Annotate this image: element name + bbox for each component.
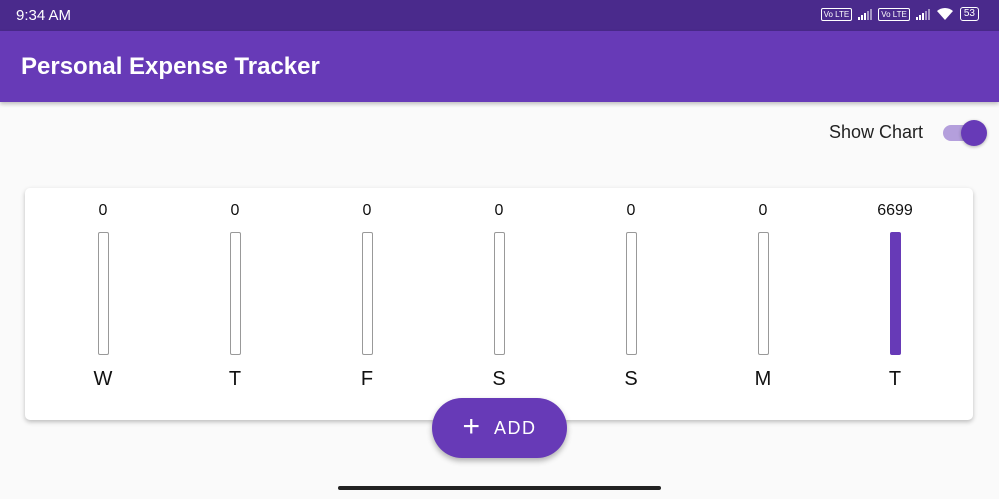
bar-track bbox=[230, 232, 241, 355]
chart-column: 6699 T bbox=[829, 188, 961, 420]
chart-column: 0W bbox=[37, 188, 169, 420]
bar-track bbox=[758, 232, 769, 355]
bar-track bbox=[890, 232, 901, 355]
show-chart-switch[interactable] bbox=[941, 119, 987, 146]
day-label: T bbox=[228, 368, 242, 390]
bar-value-label: 0 bbox=[494, 202, 504, 219]
volte-icon: Vo LTE bbox=[820, 7, 853, 21]
bar-value-label: 6699 bbox=[877, 202, 913, 219]
chart-column: 0S bbox=[433, 188, 565, 420]
bar-track bbox=[494, 232, 505, 355]
chart-column: 0F bbox=[301, 188, 433, 420]
bar-value-label: 0 bbox=[230, 202, 240, 219]
volte-icon: Vo LTE bbox=[878, 7, 910, 21]
wifi-icon bbox=[936, 7, 954, 21]
app-bar: Personal Expense Tracker bbox=[0, 31, 999, 102]
plus-icon: + bbox=[462, 409, 480, 443]
switch-thumb bbox=[961, 120, 987, 146]
gesture-bar[interactable] bbox=[338, 486, 661, 490]
signal-icon bbox=[858, 8, 873, 20]
status-icons: Vo LTE Vo LTE 53 bbox=[820, 7, 979, 21]
bar-track bbox=[626, 232, 637, 355]
day-label: M bbox=[754, 368, 772, 390]
chart-column: 0S bbox=[565, 188, 697, 420]
page-title: Personal Expense Tracker bbox=[21, 53, 320, 80]
chart-card: 0 W 0 T 0 F 0 S 0 S 0 M 6699 T bbox=[25, 188, 973, 420]
add-button-label: ADD bbox=[494, 417, 537, 438]
day-label: S bbox=[624, 368, 638, 390]
battery-icon: 53 bbox=[959, 7, 979, 21]
bar-track bbox=[362, 232, 373, 355]
day-label: F bbox=[360, 368, 374, 390]
bar-value-label: 0 bbox=[626, 202, 636, 219]
day-label: W bbox=[93, 368, 113, 390]
bar-value-label: 0 bbox=[362, 202, 372, 219]
status-bar: 9:34 AM Vo LTE Vo LTE 53 bbox=[0, 0, 999, 31]
signal-icon bbox=[915, 8, 930, 20]
bar-track bbox=[98, 232, 109, 355]
day-label: T bbox=[888, 368, 902, 390]
bar bbox=[890, 232, 901, 355]
show-chart-label: Show Chart bbox=[828, 121, 923, 142]
day-label: S bbox=[492, 368, 506, 390]
add-button[interactable]: + ADD bbox=[432, 398, 567, 458]
bar-value-label: 0 bbox=[758, 202, 768, 219]
bar-value-label: 0 bbox=[98, 202, 108, 219]
status-time: 9:34 AM bbox=[16, 7, 72, 24]
chart-column: 0T bbox=[169, 188, 301, 420]
chart-column: 0M bbox=[697, 188, 829, 420]
show-chart-row: Show Chart bbox=[828, 119, 987, 146]
